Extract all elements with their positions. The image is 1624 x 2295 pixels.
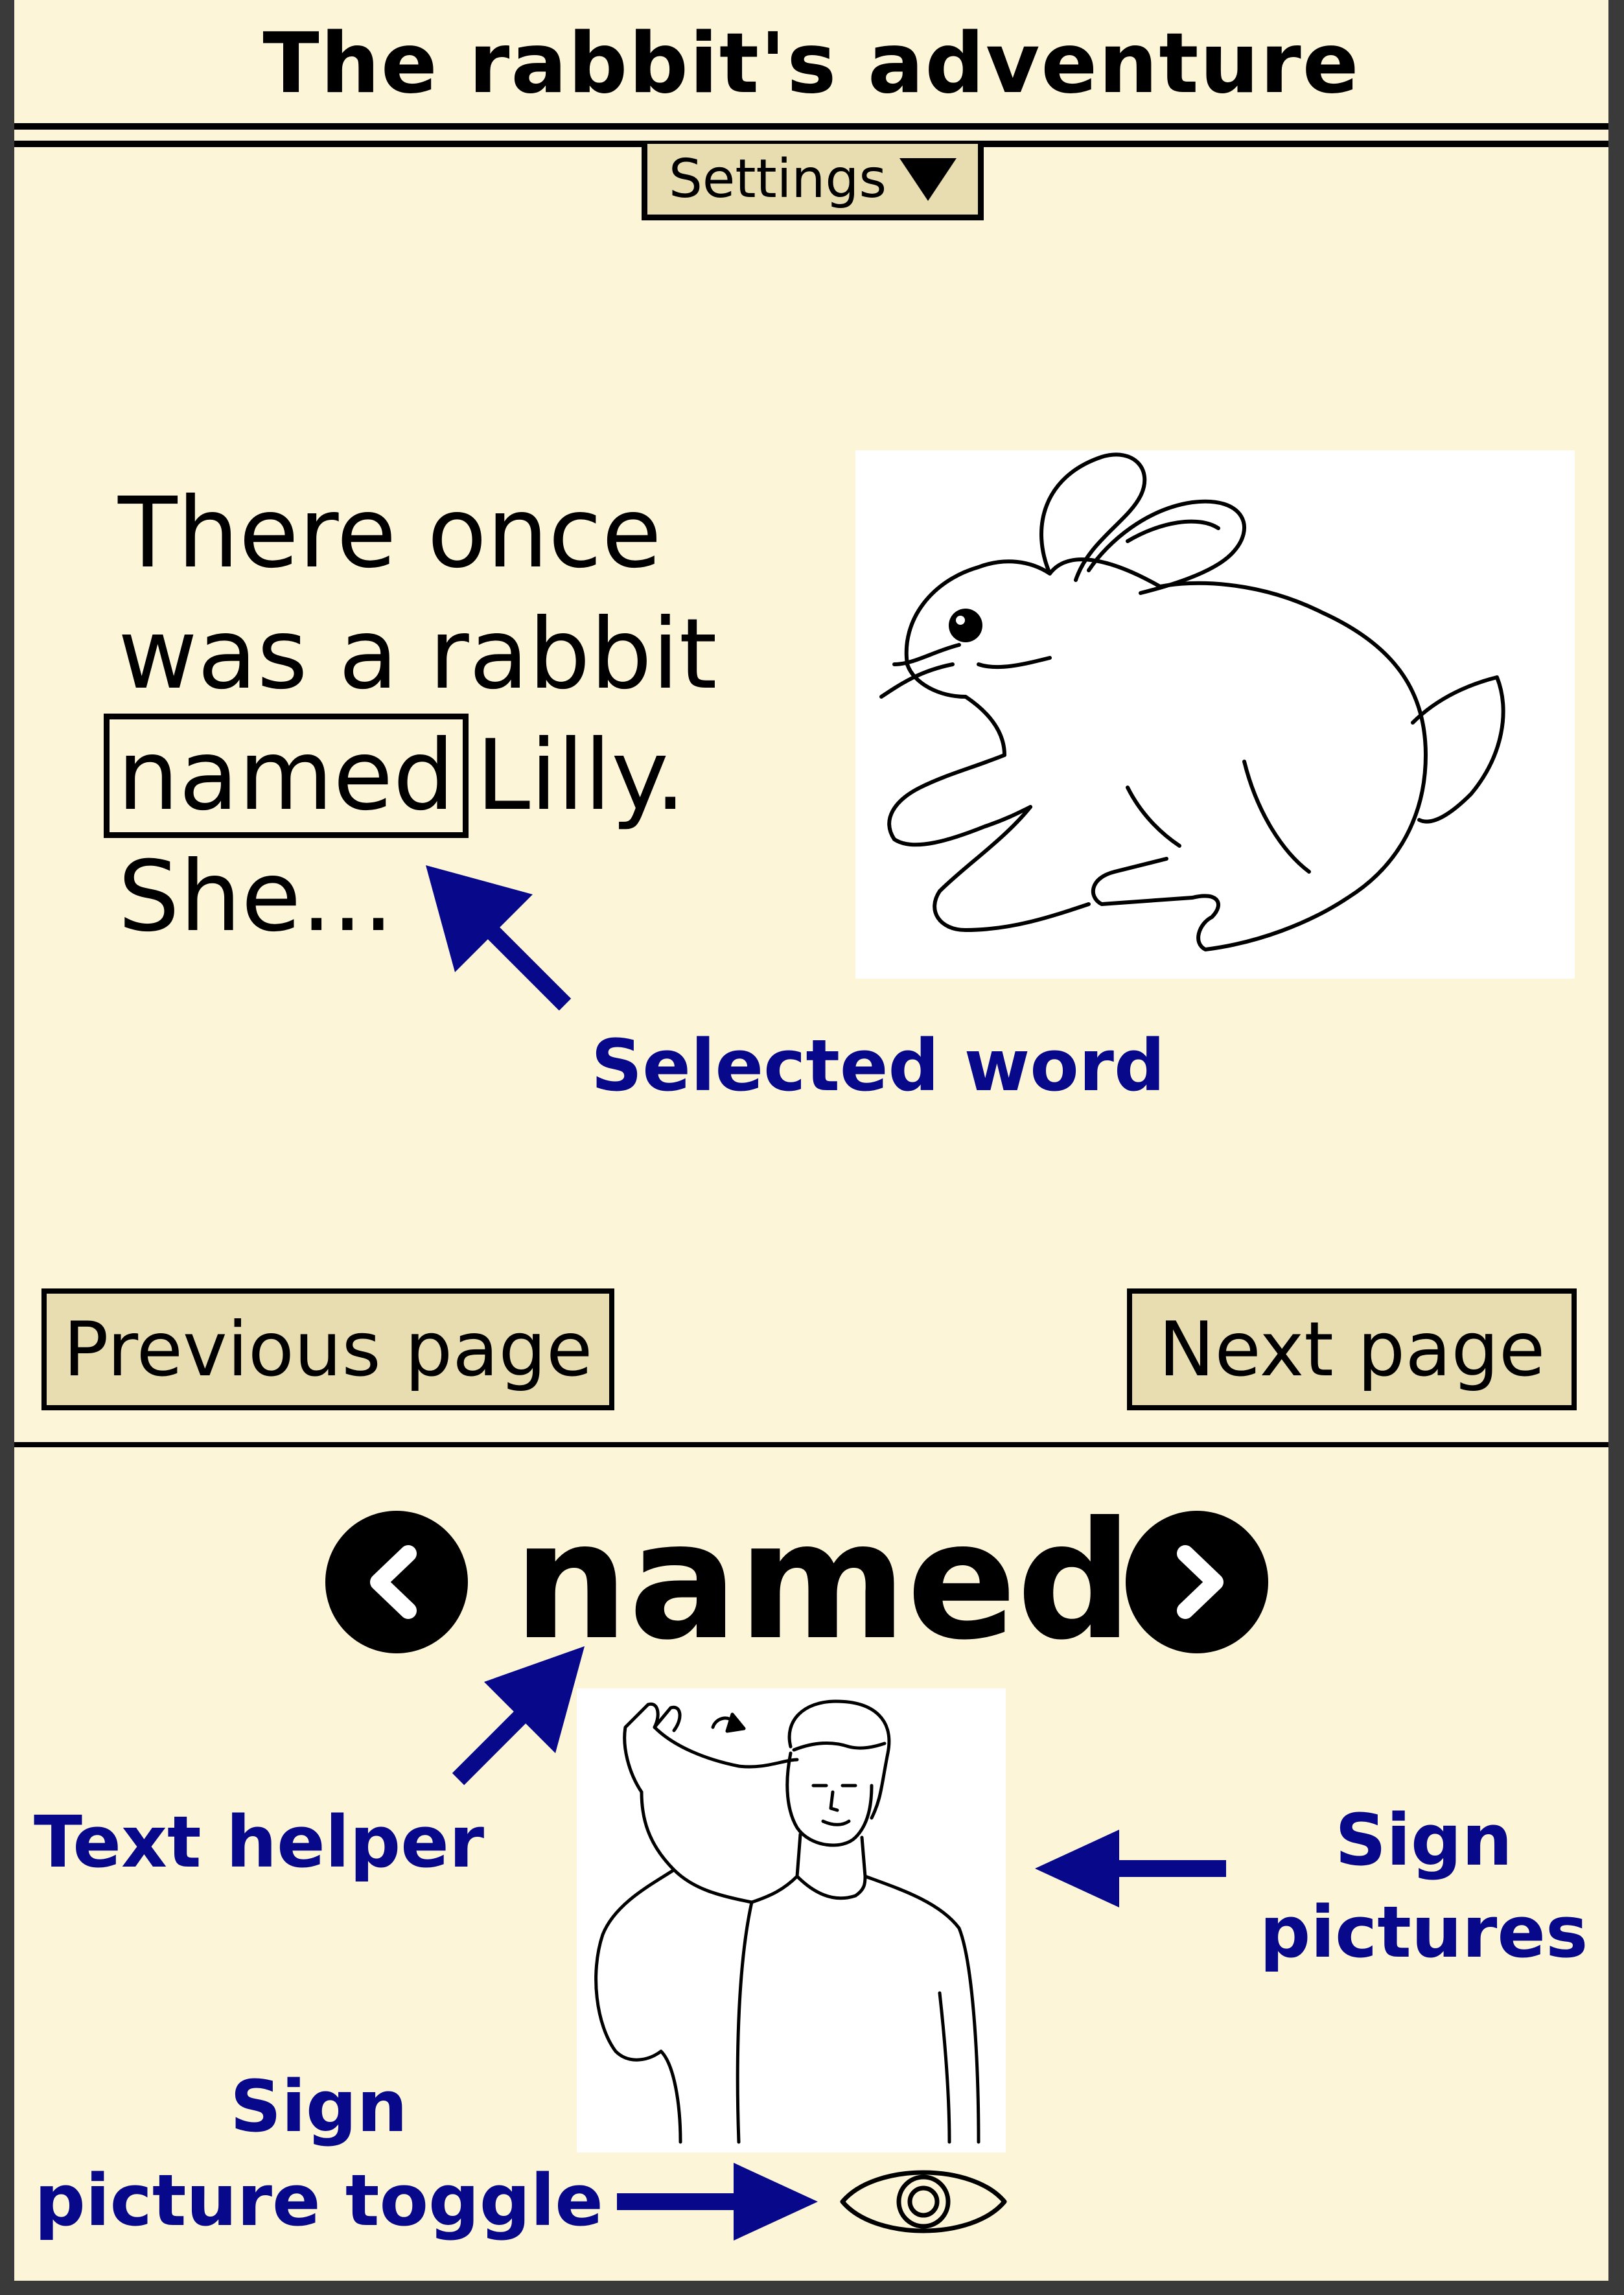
selected-word-label: Selected word xyxy=(591,1024,1165,1107)
chevron-left-icon xyxy=(370,1545,417,1619)
section-divider xyxy=(14,1442,1608,1447)
sign-person-drawing xyxy=(594,1699,980,2144)
app-window: The rabbit's adventure Settings There on… xyxy=(14,0,1608,2281)
eye-icon[interactable] xyxy=(836,2156,1011,2247)
toggle-arrow-head xyxy=(734,2163,818,2241)
toggle-label-line: Sign xyxy=(230,2065,408,2148)
helper-word: named xyxy=(513,1487,1133,1675)
sign-picture xyxy=(577,1688,1006,2152)
chevron-right-icon xyxy=(1177,1545,1224,1619)
previous-page-button[interactable]: Previous page xyxy=(41,1288,614,1410)
previous-word-button[interactable] xyxy=(325,1511,468,1653)
sign-pictures-arrow-head xyxy=(1035,1830,1119,1907)
sign-picture-toggle-label: Sign picture toggle xyxy=(14,2060,623,2248)
text-helper-label: Text helper xyxy=(34,1800,485,1883)
toggle-label-line: picture toggle xyxy=(34,2159,603,2242)
sign-pictures-label: Sign pictures xyxy=(1259,1799,1588,1974)
next-page-button[interactable]: Next page xyxy=(1127,1288,1577,1410)
next-word-button[interactable] xyxy=(1126,1511,1268,1653)
